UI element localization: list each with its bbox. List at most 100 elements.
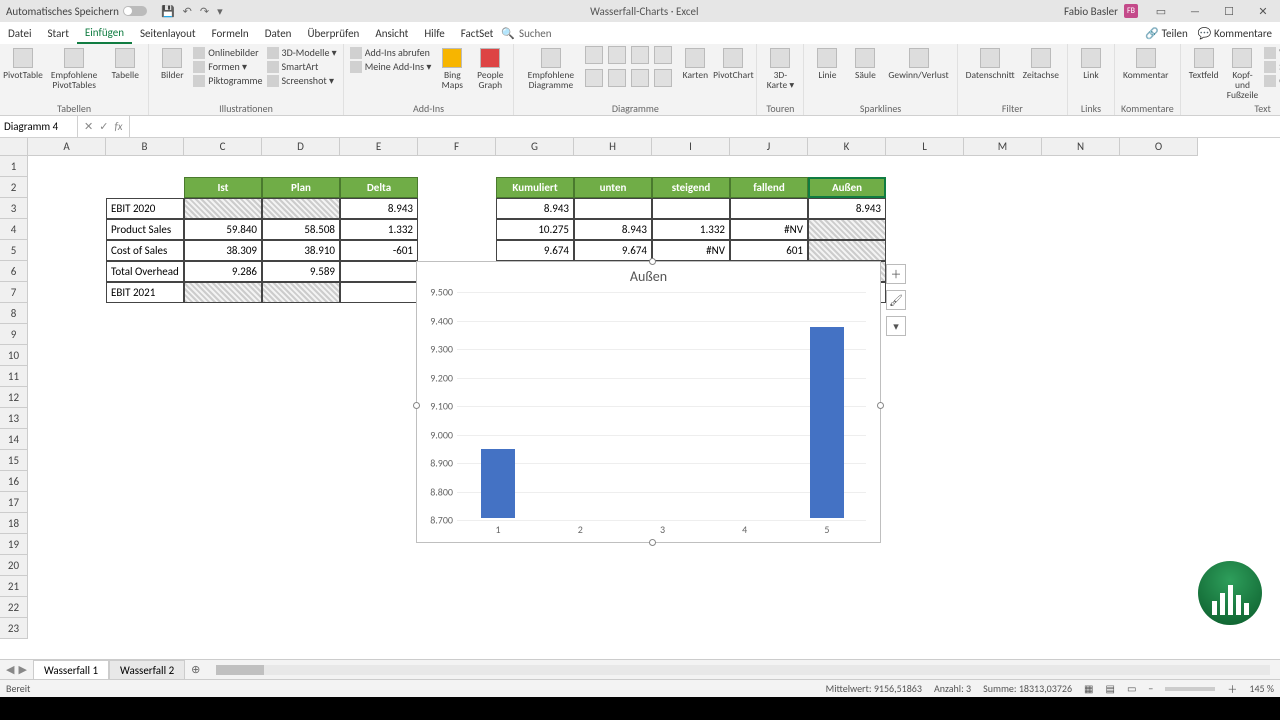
- search-icon[interactable]: 🔍: [501, 27, 515, 40]
- row-header[interactable]: 21: [0, 576, 28, 597]
- col-header[interactable]: E: [340, 138, 418, 156]
- spreadsheet-grid[interactable]: ABCDEFGHIJKLMNO 123456789101112131415161…: [0, 138, 1280, 659]
- table-button[interactable]: Tabelle: [108, 46, 142, 82]
- col-header[interactable]: J: [730, 138, 808, 156]
- cell[interactable]: 8.943: [340, 198, 418, 219]
- cell[interactable]: unten: [574, 177, 652, 198]
- cell[interactable]: [808, 240, 886, 261]
- cell[interactable]: 9.674: [574, 240, 652, 261]
- view-normal-icon[interactable]: ▦: [1084, 682, 1093, 695]
- cell[interactable]: [730, 198, 808, 219]
- cell[interactable]: [340, 282, 418, 303]
- cell[interactable]: 8.943: [574, 219, 652, 240]
- search-label[interactable]: Suchen: [519, 27, 552, 40]
- add-sheet-icon[interactable]: ⊕: [185, 663, 206, 676]
- row-header[interactable]: 2: [0, 177, 28, 198]
- cell[interactable]: [184, 198, 262, 219]
- chart-styles-icon[interactable]: 🖌: [886, 290, 906, 310]
- chart-plot-area[interactable]: [457, 292, 866, 518]
- col-header[interactable]: L: [886, 138, 964, 156]
- screenshot-button[interactable]: Screenshot ▾: [267, 74, 337, 87]
- chart-filter-icon[interactable]: ▾: [886, 316, 906, 336]
- row-header[interactable]: 1: [0, 156, 28, 177]
- shapes-button[interactable]: Formen ▾: [193, 60, 262, 73]
- pivotchart-button[interactable]: PivotChart: [716, 46, 750, 82]
- my-addins-button[interactable]: Meine Add-Ins ▾: [350, 60, 432, 73]
- chart-bar[interactable]: [810, 327, 844, 518]
- tab-daten[interactable]: Daten: [257, 22, 300, 44]
- user-avatar[interactable]: FB: [1124, 4, 1138, 18]
- tab-ueberpruefen[interactable]: Überprüfen: [299, 22, 367, 44]
- col-header[interactable]: C: [184, 138, 262, 156]
- cell[interactable]: [184, 282, 262, 303]
- cell[interactable]: [262, 282, 340, 303]
- row-header[interactable]: 9: [0, 324, 28, 345]
- timeline-button[interactable]: Zeitachse: [1021, 46, 1061, 82]
- cell[interactable]: 9.674: [496, 240, 574, 261]
- cell[interactable]: [262, 198, 340, 219]
- cell[interactable]: 1.332: [340, 219, 418, 240]
- view-pagelayout-icon[interactable]: ▤: [1105, 682, 1114, 695]
- chart-bar[interactable]: [481, 449, 515, 518]
- recommended-pivot-button[interactable]: Empfohlene PivotTables: [44, 46, 104, 92]
- col-header[interactable]: M: [964, 138, 1042, 156]
- enter-formula-icon[interactable]: ✓: [99, 120, 108, 133]
- maps-button[interactable]: Karten: [678, 46, 712, 82]
- col-header[interactable]: A: [28, 138, 106, 156]
- cell[interactable]: 9.589: [262, 261, 340, 282]
- comment-button[interactable]: Kommentar: [1121, 46, 1171, 82]
- object-button[interactable]: Objekt: [1264, 74, 1280, 87]
- textbox-button[interactable]: Textfeld: [1187, 46, 1221, 82]
- cell[interactable]: 8.943: [808, 198, 886, 219]
- cell[interactable]: #NV: [652, 240, 730, 261]
- cell[interactable]: #NV: [730, 219, 808, 240]
- cell[interactable]: 1.332: [652, 219, 730, 240]
- qat-more-icon[interactable]: ▾: [217, 5, 223, 18]
- row-header[interactable]: 14: [0, 429, 28, 450]
- get-addins-button[interactable]: Add-Ins abrufen: [350, 46, 432, 59]
- online-pictures-button[interactable]: Onlinebilder: [193, 46, 262, 59]
- row-header[interactable]: 13: [0, 408, 28, 429]
- col-header[interactable]: I: [652, 138, 730, 156]
- row-header[interactable]: 19: [0, 534, 28, 555]
- sheet-tab-2[interactable]: Wasserfall 2: [109, 660, 185, 680]
- cell[interactable]: EBIT 2020: [106, 198, 184, 219]
- row-header[interactable]: 10: [0, 345, 28, 366]
- cell[interactable]: EBIT 2021: [106, 282, 184, 303]
- cell[interactable]: 58.508: [262, 219, 340, 240]
- col-header[interactable]: K: [808, 138, 886, 156]
- col-header[interactable]: O: [1120, 138, 1198, 156]
- signature-button[interactable]: Signaturzeile ▾: [1264, 60, 1280, 73]
- cell[interactable]: [340, 261, 418, 282]
- fx-icon[interactable]: fx: [114, 120, 122, 133]
- cell[interactable]: 8.943: [496, 198, 574, 219]
- people-graph-button[interactable]: People Graph: [473, 46, 507, 92]
- row-header[interactable]: 18: [0, 513, 28, 534]
- maximize-icon[interactable]: ☐: [1212, 0, 1246, 22]
- col-header[interactable]: N: [1042, 138, 1120, 156]
- cell[interactable]: steigend: [652, 177, 730, 198]
- redo-icon[interactable]: ↷: [200, 5, 209, 18]
- cell[interactable]: fallend: [730, 177, 808, 198]
- autosave-toggle[interactable]: [123, 6, 147, 16]
- view-pagebreak-icon[interactable]: ▭: [1127, 682, 1136, 695]
- pictures-button[interactable]: Bilder: [155, 46, 189, 82]
- zoom-out-icon[interactable]: −: [1148, 682, 1153, 695]
- row-header[interactable]: 22: [0, 597, 28, 618]
- row-header[interactable]: 20: [0, 555, 28, 576]
- tab-datei[interactable]: Datei: [0, 22, 40, 44]
- cell[interactable]: 9.286: [184, 261, 262, 282]
- cell[interactable]: -601: [340, 240, 418, 261]
- slicer-button[interactable]: Datenschnitt: [964, 46, 1017, 82]
- row-header[interactable]: 5: [0, 240, 28, 261]
- user-name[interactable]: Fabio Basler: [1064, 5, 1118, 18]
- link-button[interactable]: Link: [1074, 46, 1108, 82]
- wordart-button[interactable]: WordArt ▾: [1264, 46, 1280, 59]
- 3dmap-button[interactable]: 3D-Karte ▾: [763, 46, 797, 92]
- cell[interactable]: Kumuliert: [496, 177, 574, 198]
- chart-title[interactable]: Außen: [417, 262, 880, 291]
- col-header[interactable]: G: [496, 138, 574, 156]
- tab-factset[interactable]: FactSet: [453, 22, 502, 44]
- zoom-in-icon[interactable]: ＋: [1227, 681, 1237, 696]
- comments-button[interactable]: 💬 Kommentare: [1198, 27, 1272, 40]
